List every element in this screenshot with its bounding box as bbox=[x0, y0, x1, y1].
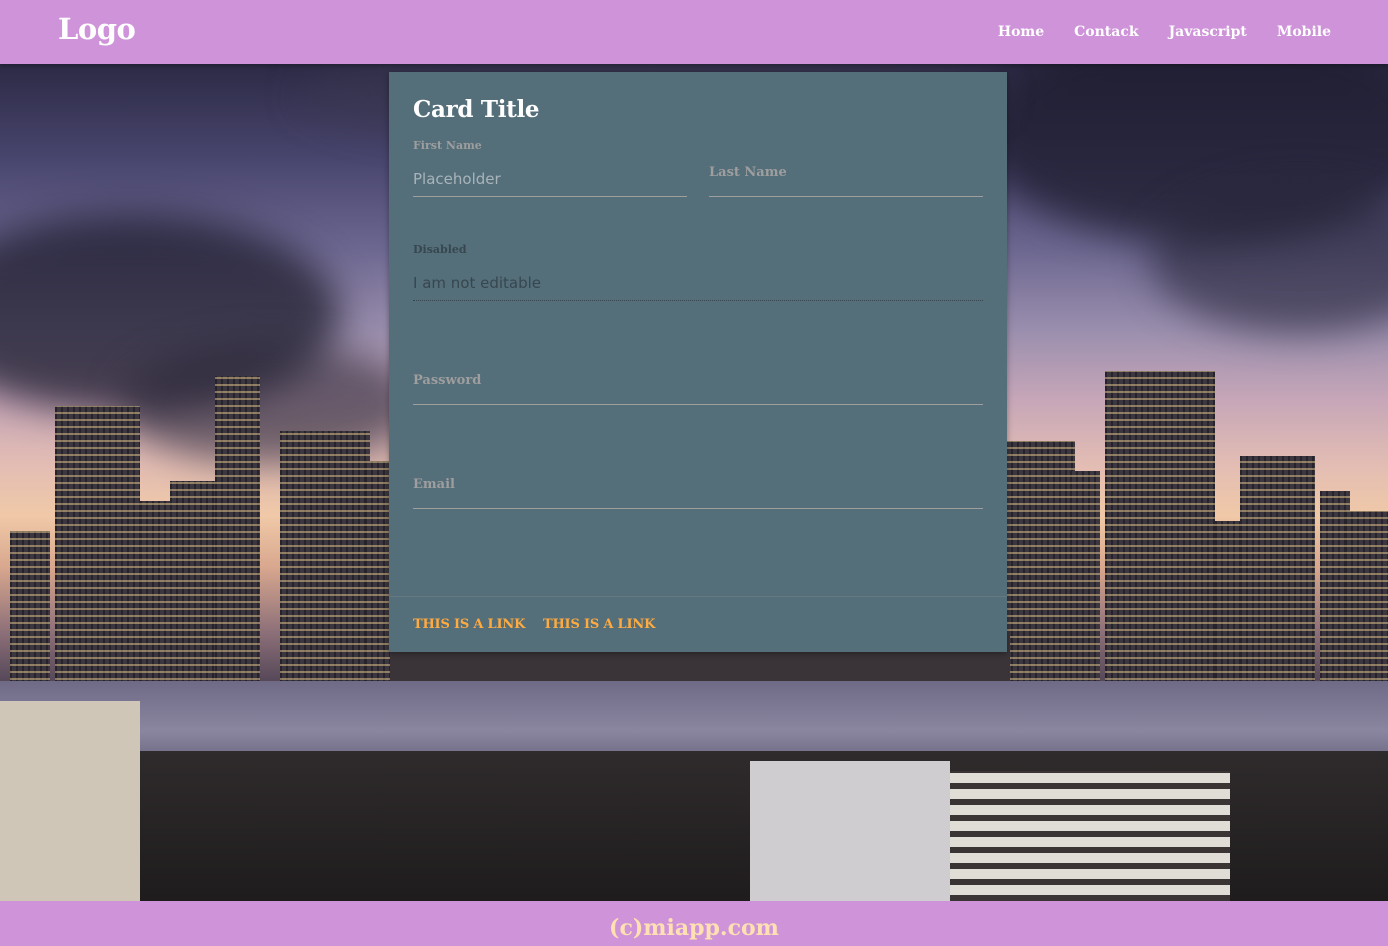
last-name-field: Last Name bbox=[709, 139, 983, 197]
card-actions: This is a link This is a link bbox=[389, 596, 1007, 653]
disabled-label: Disabled bbox=[413, 243, 467, 256]
form-card: Card Title First Name Last Name Disabled… bbox=[389, 72, 1007, 652]
password-input[interactable] bbox=[413, 371, 983, 405]
card-link-1[interactable]: This is a link bbox=[413, 617, 525, 632]
card-title: Card Title bbox=[413, 96, 540, 123]
page-footer: (c)miapp.com bbox=[0, 901, 1388, 946]
nav-link-contact[interactable]: Contack bbox=[1067, 24, 1145, 40]
nav-menu: Home Contack Javascript Mobile bbox=[975, 0, 1338, 64]
disabled-input bbox=[413, 265, 983, 301]
disabled-field: Disabled bbox=[413, 243, 983, 301]
card-link-2[interactable]: This is a link bbox=[543, 617, 655, 632]
footer-copyright: (c)miapp.com bbox=[609, 915, 779, 941]
nav-link-mobile[interactable]: Mobile bbox=[1270, 24, 1338, 40]
first-name-field: First Name bbox=[413, 139, 687, 197]
email-field: Email bbox=[413, 451, 983, 509]
last-name-input[interactable] bbox=[709, 163, 983, 197]
password-field: Password bbox=[413, 347, 983, 405]
nav-link-javascript[interactable]: Javascript bbox=[1162, 24, 1254, 40]
top-navbar: Logo Home Contack Javascript Mobile bbox=[0, 0, 1388, 64]
first-name-label: First Name bbox=[413, 139, 482, 152]
email-input[interactable] bbox=[413, 475, 983, 509]
nav-link-home[interactable]: Home bbox=[991, 24, 1051, 40]
logo[interactable]: Logo bbox=[58, 12, 136, 46]
first-name-input[interactable] bbox=[413, 161, 687, 197]
